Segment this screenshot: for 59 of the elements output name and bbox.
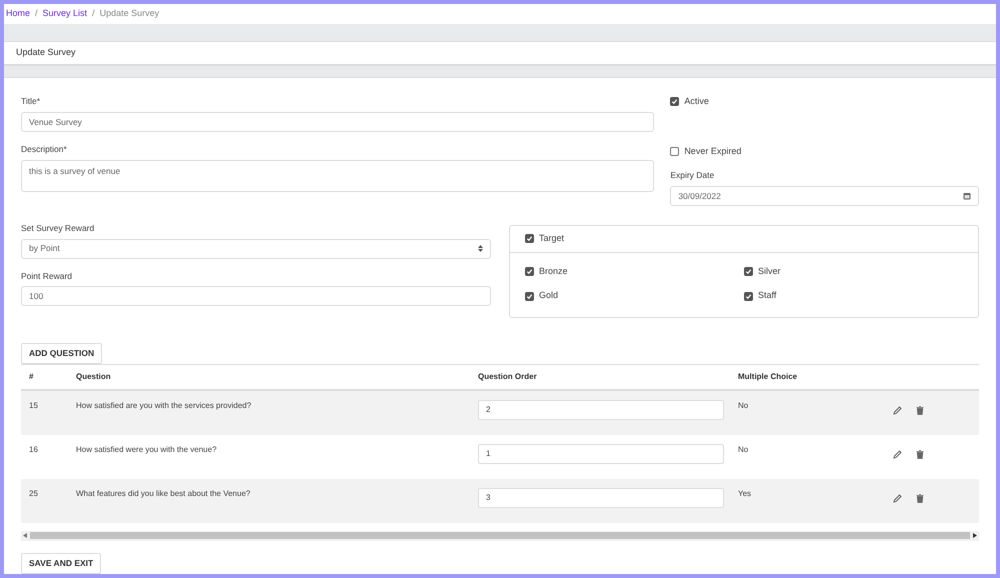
checkbox-label: Gold xyxy=(539,289,558,302)
table-cell-text: How satisfied were you with the venue? xyxy=(76,444,218,456)
pencil-icon[interactable] xyxy=(893,406,902,415)
table-cell-text: What features did you like best about the Venue? xyxy=(76,488,252,500)
checkbox[interactable] xyxy=(525,267,534,276)
breadcrumb-current: Update Survey xyxy=(100,7,160,20)
sort-caret-icon xyxy=(478,245,483,252)
horizontal-scrollbar[interactable] xyxy=(21,530,979,541)
calendar-icon[interactable] xyxy=(963,192,971,200)
breadcrumb-link[interactable]: Survey List xyxy=(42,7,88,21)
table-cell-text: 25 xyxy=(28,488,39,500)
expiry-date-field[interactable]: 30/09/2022 xyxy=(670,186,979,206)
question-order-field[interactable]: 2 xyxy=(478,400,724,420)
checkbox-label: Never Expired xyxy=(684,144,742,158)
field-label: Description* xyxy=(21,142,68,156)
checkbox-label: Bronze xyxy=(539,264,568,278)
checkbox[interactable] xyxy=(670,146,680,156)
card-title: Update Survey xyxy=(16,46,76,59)
point-reward-field[interactable]: 100 xyxy=(21,286,491,306)
column-header: Question Order xyxy=(478,370,538,383)
checkbox-label: Active xyxy=(684,95,709,108)
field-label: Point Reward xyxy=(21,270,74,282)
trash-icon[interactable] xyxy=(916,494,924,503)
column-header: Multiple Choice xyxy=(738,370,798,383)
table-cell-text: 15 xyxy=(28,400,39,412)
description-field[interactable]: this is a survey of venue xyxy=(21,160,654,192)
pencil-icon[interactable] xyxy=(893,450,902,459)
save-button[interactable]: SAVE AND EXIT xyxy=(21,552,102,574)
table-cell-text: 16 xyxy=(28,444,39,456)
breadcrumb-link[interactable]: Home xyxy=(6,7,30,21)
checkbox[interactable] xyxy=(525,234,534,244)
table-cell-text: No xyxy=(738,400,750,412)
table-cell-text: Yes xyxy=(738,488,752,500)
breadcrumb-separator: / xyxy=(35,7,38,20)
question-order-field[interactable]: 3 xyxy=(478,488,724,508)
column-header: # xyxy=(28,370,34,383)
trash-icon[interactable] xyxy=(916,450,924,459)
breadcrumb-separator: / xyxy=(92,7,95,20)
reward-select[interactable]: by Point xyxy=(21,238,491,259)
checkbox[interactable] xyxy=(744,292,753,301)
field-label: Expiry Date xyxy=(670,169,716,182)
pencil-icon[interactable] xyxy=(893,494,902,503)
checkbox[interactable] xyxy=(670,97,680,106)
question-order-field[interactable]: 1 xyxy=(478,444,724,464)
field-label: Title* xyxy=(21,95,42,108)
table-cell-text: How satisfied are you with the services provided? xyxy=(76,400,252,412)
checkbox-label: Staff xyxy=(758,289,776,302)
checkbox[interactable] xyxy=(525,292,534,301)
trash-icon[interactable] xyxy=(916,406,924,415)
field-label: Set Survey Reward xyxy=(21,222,96,235)
title-field[interactable]: Venue Survey xyxy=(21,112,654,132)
checkbox-label: Target xyxy=(539,232,564,246)
scroll-right-icon[interactable] xyxy=(973,533,977,538)
checkbox[interactable] xyxy=(744,267,753,276)
add-question-button[interactable]: ADD QUESTION xyxy=(21,342,102,364)
checkbox-label: Silver xyxy=(758,264,781,278)
table-cell-text: No xyxy=(738,444,750,456)
column-header: Question xyxy=(76,370,112,383)
scroll-left-icon[interactable] xyxy=(23,533,27,538)
